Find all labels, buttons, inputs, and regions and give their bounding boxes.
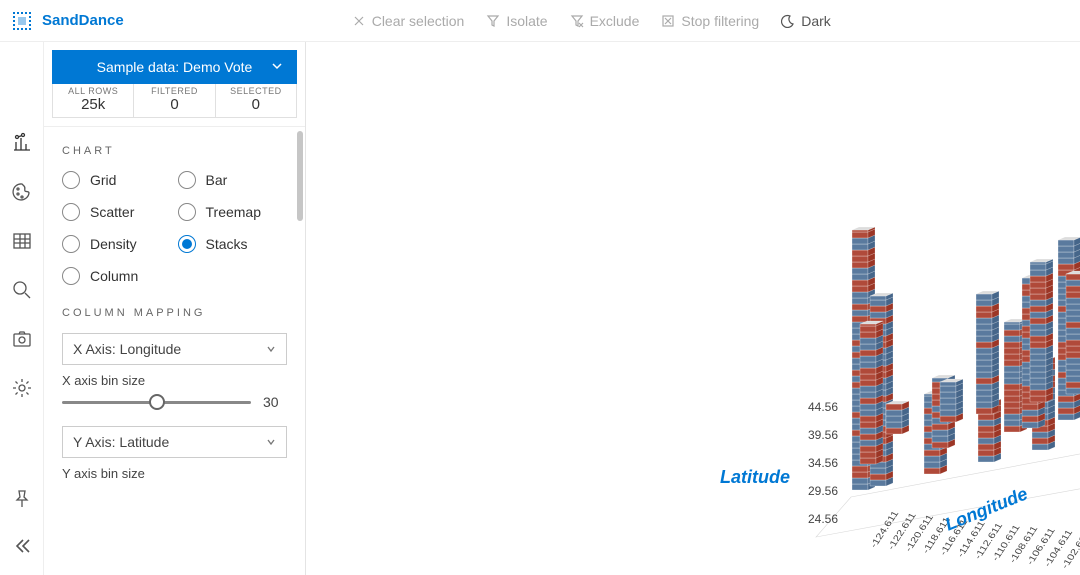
radio-icon — [62, 171, 80, 189]
x-bin-label: X axis bin size — [62, 373, 287, 388]
brand-name: SandDance — [42, 12, 124, 29]
radio-grid[interactable]: Grid — [62, 171, 172, 189]
x-bin-value: 30 — [263, 394, 287, 410]
stack — [860, 321, 883, 464]
isolate-button[interactable]: Isolate — [486, 13, 547, 29]
stack — [976, 291, 999, 414]
lat-tick: 29.56 — [808, 484, 838, 498]
lat-tick: 34.56 — [808, 456, 838, 470]
x-axis-select[interactable]: X Axis: Longitude — [62, 333, 287, 365]
y-axis-select-label: Y Axis: Latitude — [73, 434, 169, 450]
data-dropdown[interactable]: Sample data: Demo Vote — [52, 50, 297, 84]
lat-tick: 24.56 — [808, 512, 838, 526]
stat-selected-value: 0 — [216, 96, 296, 113]
stat-filtered-value: 0 — [134, 96, 214, 113]
radio-bar-label: Bar — [206, 172, 228, 188]
scrollbar-thumb[interactable] — [297, 131, 303, 221]
stop-filtering-label: Stop filtering — [681, 13, 759, 29]
lat-tick: 39.56 — [808, 428, 838, 442]
stat-filtered: FILTERED 0 — [133, 84, 214, 117]
stats-row: ALL ROWS 25k FILTERED 0 SELECTED 0 — [52, 84, 297, 118]
radio-scatter[interactable]: Scatter — [62, 203, 172, 221]
slider-thumb-icon[interactable] — [149, 394, 165, 410]
stat-selected: SELECTED 0 — [215, 84, 296, 117]
radio-density[interactable]: Density — [62, 235, 172, 253]
close-icon — [352, 14, 366, 28]
stack — [1030, 259, 1053, 402]
stack — [886, 401, 909, 434]
radio-column[interactable]: Column — [62, 267, 172, 285]
panel-scroll[interactable]: CHART Grid Bar Scatter Treemap Density S… — [44, 126, 305, 575]
clear-selection-label: Clear selection — [372, 13, 465, 29]
lat-ticks: 44.56 39.56 34.56 29.56 24.56 — [808, 400, 838, 526]
stop-filtering-button[interactable]: Stop filtering — [661, 13, 759, 29]
moon-icon — [781, 14, 795, 28]
y-axis-select[interactable]: Y Axis: Latitude — [62, 426, 287, 458]
stop-icon — [661, 14, 675, 28]
radio-scatter-label: Scatter — [90, 204, 134, 220]
top-actions: Clear selection Isolate Exclude Stop fil… — [352, 13, 831, 29]
pin-icon[interactable] — [12, 489, 32, 514]
funnel-x-icon — [570, 14, 584, 28]
mapping-section-title: COLUMN MAPPING — [62, 307, 287, 319]
radio-stacks-label: Stacks — [206, 236, 248, 252]
radio-density-label: Density — [90, 236, 137, 252]
search-tab-icon[interactable] — [11, 279, 33, 306]
data-dropdown-label: Sample data: Demo Vote — [97, 59, 253, 75]
chart-tab-icon[interactable] — [11, 132, 33, 159]
stack — [1066, 271, 1080, 394]
data-tab-icon[interactable] — [11, 230, 33, 257]
radio-bar[interactable]: Bar — [178, 171, 288, 189]
radio-treemap-label: Treemap — [206, 204, 262, 220]
settings-tab-icon[interactable] — [11, 377, 33, 404]
radio-icon — [62, 203, 80, 221]
x-axis-select-label: X Axis: Longitude — [73, 341, 181, 357]
collapse-icon[interactable] — [12, 536, 32, 561]
brand: SandDance — [12, 11, 124, 31]
radio-icon — [178, 235, 196, 253]
exclude-button[interactable]: Exclude — [570, 13, 640, 29]
dark-toggle[interactable]: Dark — [781, 13, 831, 29]
radio-icon — [62, 267, 80, 285]
chevron-down-icon — [266, 341, 276, 357]
funnel-icon — [486, 14, 500, 28]
chart-section-title: CHART — [62, 145, 287, 157]
stat-selected-label: SELECTED — [216, 86, 296, 96]
radio-grid-label: Grid — [90, 172, 116, 188]
dark-label: Dark — [801, 13, 831, 29]
left-panel: Sample data: Demo Vote ALL ROWS 25k FILT… — [44, 42, 306, 575]
lat-tick: 44.56 — [808, 400, 838, 414]
radio-icon — [62, 235, 80, 253]
icon-rail — [0, 42, 44, 575]
brand-logo-icon — [12, 11, 32, 31]
chevron-down-icon — [266, 434, 276, 450]
clear-selection-button[interactable]: Clear selection — [352, 13, 465, 29]
stat-filtered-label: FILTERED — [134, 86, 214, 96]
y-bin-label: Y axis bin size — [62, 466, 287, 481]
chevron-down-icon — [271, 59, 283, 75]
radio-icon — [178, 171, 196, 189]
stat-all-rows-value: 25k — [53, 96, 133, 113]
stat-all-rows: ALL ROWS 25k — [53, 84, 133, 117]
viz-area[interactable]: 44.5639.5634.5629.5624.56 -124.611-122.6… — [306, 42, 1080, 575]
app-header: SandDance Clear selection Isolate Exclud… — [0, 0, 1080, 42]
color-tab-icon[interactable] — [11, 181, 33, 208]
x-bin-slider[interactable] — [62, 392, 251, 412]
exclude-label: Exclude — [590, 13, 640, 29]
isolate-label: Isolate — [506, 13, 547, 29]
stat-all-rows-label: ALL ROWS — [53, 86, 133, 96]
radio-treemap[interactable]: Treemap — [178, 203, 288, 221]
radio-column-label: Column — [90, 268, 138, 284]
radio-icon — [178, 203, 196, 221]
chart-type-group: Grid Bar Scatter Treemap Density Stacks … — [62, 171, 287, 285]
stack — [940, 379, 963, 422]
lat-axis-label: Latitude — [720, 467, 790, 488]
radio-stacks[interactable]: Stacks — [178, 235, 288, 253]
snapshot-tab-icon[interactable] — [11, 328, 33, 355]
